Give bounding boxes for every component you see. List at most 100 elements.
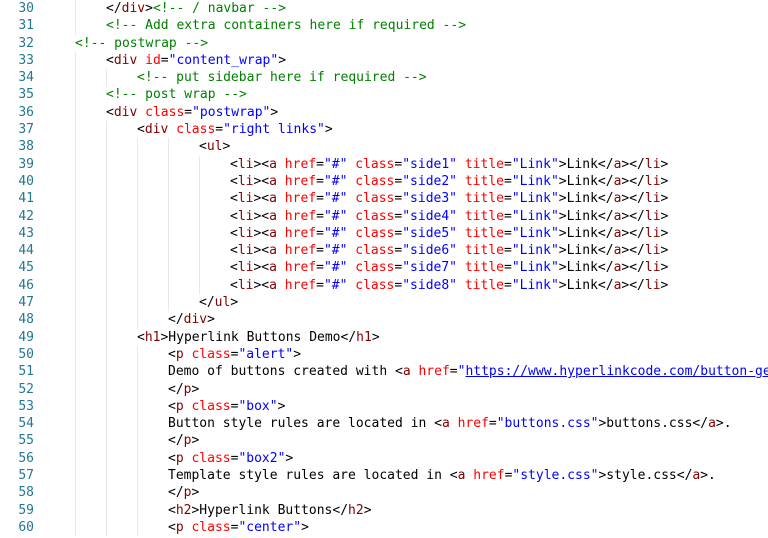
token-t: li bbox=[645, 226, 661, 241]
token-p: = bbox=[504, 191, 512, 206]
token-a: href bbox=[458, 416, 489, 431]
token-a: title bbox=[465, 191, 504, 206]
token-t: div bbox=[122, 1, 145, 16]
line-number: 43 bbox=[0, 225, 34, 242]
code-line[interactable]: <h1>Hyperlink Buttons Demo</h1> bbox=[44, 329, 768, 346]
token-p: >< bbox=[253, 243, 269, 258]
token-a: class bbox=[355, 157, 394, 172]
token-p: >Link</ bbox=[559, 260, 614, 275]
code-line[interactable]: Template style rules are located in <a h… bbox=[44, 467, 768, 484]
code-line[interactable]: <p class="alert"> bbox=[44, 346, 768, 363]
line-number: 32 bbox=[0, 35, 34, 52]
token-p: < bbox=[106, 105, 114, 120]
token-p: < bbox=[106, 53, 114, 68]
token-p: > bbox=[293, 347, 301, 362]
line-number: 45 bbox=[0, 259, 34, 276]
token-a: href bbox=[473, 468, 504, 483]
code-line[interactable]: <li><a href="#" class="side2" title="Lin… bbox=[44, 173, 768, 190]
token-a: class bbox=[191, 451, 230, 466]
line-number: 52 bbox=[0, 381, 34, 398]
code-line[interactable]: </p> bbox=[44, 484, 768, 501]
code-text: <div class="postwrap"> bbox=[44, 105, 278, 120]
token-p bbox=[277, 278, 285, 293]
code-line[interactable]: <ul> bbox=[44, 138, 768, 155]
token-p: >Hyperlink Buttons</ bbox=[191, 503, 348, 518]
token-p: = bbox=[316, 278, 324, 293]
token-p: > bbox=[661, 226, 669, 241]
code-line[interactable]: <div class="right links"> bbox=[44, 121, 768, 138]
token-p bbox=[277, 243, 285, 258]
code-line[interactable]: <!-- Add extra containers here if requir… bbox=[44, 17, 768, 34]
token-t: a bbox=[269, 260, 277, 275]
token-a: href bbox=[285, 243, 316, 258]
code-text: <ul> bbox=[44, 139, 230, 154]
token-t: a bbox=[269, 278, 277, 293]
token-p: ></ bbox=[621, 278, 644, 293]
token-a: class bbox=[355, 260, 394, 275]
token-a: href bbox=[285, 209, 316, 224]
token-p: < bbox=[199, 139, 207, 154]
line-number: 46 bbox=[0, 277, 34, 294]
token-p: = bbox=[316, 226, 324, 241]
token-a: href bbox=[285, 157, 316, 172]
code-line[interactable]: </div><!-- / navbar --> bbox=[44, 0, 768, 17]
token-a: title bbox=[465, 243, 504, 258]
token-s: "#" bbox=[324, 174, 347, 189]
code-line[interactable]: </p> bbox=[44, 381, 768, 398]
code-line[interactable]: <li><a href="#" class="side4" title="Lin… bbox=[44, 208, 768, 225]
token-p: >. bbox=[700, 468, 716, 483]
code-line[interactable]: <h2>Hyperlink Buttons</h2> bbox=[44, 502, 768, 519]
token-p: = bbox=[504, 174, 512, 189]
code-line[interactable]: <!-- post wrap --> bbox=[44, 86, 768, 103]
code-line[interactable]: <div id="content_wrap"> bbox=[44, 52, 768, 69]
code-line[interactable]: <!-- put sidebar here if required --> bbox=[44, 69, 768, 86]
token-s: "side2" bbox=[402, 174, 457, 189]
token-p: >< bbox=[253, 278, 269, 293]
token-s: "content_wrap" bbox=[169, 53, 279, 68]
code-line[interactable]: <li><a href="#" class="side8" title="Lin… bbox=[44, 277, 768, 294]
code-line[interactable]: </div> bbox=[44, 311, 768, 328]
code-line[interactable]: <p class="center"> bbox=[44, 519, 768, 536]
code-line[interactable]: </ul> bbox=[44, 294, 768, 311]
token-s: "#" bbox=[324, 191, 347, 206]
token-p: > bbox=[661, 191, 669, 206]
code-line[interactable]: Button style rules are located in <a hre… bbox=[44, 415, 768, 432]
code-line[interactable]: <li><a href="#" class="side6" title="Lin… bbox=[44, 242, 768, 259]
token-s: "#" bbox=[324, 226, 347, 241]
line-number: 35 bbox=[0, 86, 34, 103]
line-number: 40 bbox=[0, 173, 34, 190]
line-number: 31 bbox=[0, 17, 34, 34]
code-line[interactable]: <li><a href="#" class="side5" title="Lin… bbox=[44, 225, 768, 242]
line-number: 50 bbox=[0, 346, 34, 363]
token-p: >Link</ bbox=[559, 209, 614, 224]
token-p: < bbox=[168, 347, 176, 362]
token-t: h1 bbox=[145, 330, 161, 345]
code-line[interactable]: <p class="box"> bbox=[44, 398, 768, 415]
token-t: div bbox=[114, 105, 137, 120]
code-text: <li><a href="#" class="side1" title="Lin… bbox=[44, 157, 668, 172]
token-a: class bbox=[191, 347, 230, 362]
code-line[interactable]: <li><a href="#" class="side7" title="Lin… bbox=[44, 259, 768, 276]
token-a: href bbox=[285, 278, 316, 293]
token-a: class bbox=[355, 226, 394, 241]
token-t: li bbox=[238, 260, 254, 275]
code-editor-area[interactable]: </div><!-- / navbar --><!-- Add extra co… bbox=[44, 0, 768, 538]
code-line[interactable]: <p class="box2"> bbox=[44, 450, 768, 467]
token-t: ul bbox=[215, 295, 231, 310]
token-p: </ bbox=[199, 295, 215, 310]
code-line[interactable]: <li><a href="#" class="side1" title="Lin… bbox=[44, 156, 768, 173]
token-s: "alert" bbox=[238, 347, 293, 362]
token-a: title bbox=[465, 278, 504, 293]
code-line[interactable]: <div class="postwrap"> bbox=[44, 104, 768, 121]
token-p: > bbox=[661, 278, 669, 293]
token-p: Button style rules are located in < bbox=[168, 416, 442, 431]
token-a: title bbox=[465, 209, 504, 224]
code-line[interactable]: Demo of buttons created with <a href="ht… bbox=[44, 363, 768, 380]
line-number: 48 bbox=[0, 311, 34, 328]
token-p: > bbox=[301, 520, 309, 535]
code-line[interactable]: </p> bbox=[44, 432, 768, 449]
code-line[interactable]: <!-- postwrap --> bbox=[44, 35, 768, 52]
code-line[interactable]: <li><a href="#" class="side3" title="Lin… bbox=[44, 190, 768, 207]
token-t: h1 bbox=[356, 330, 372, 345]
token-s: "Link" bbox=[512, 226, 559, 241]
